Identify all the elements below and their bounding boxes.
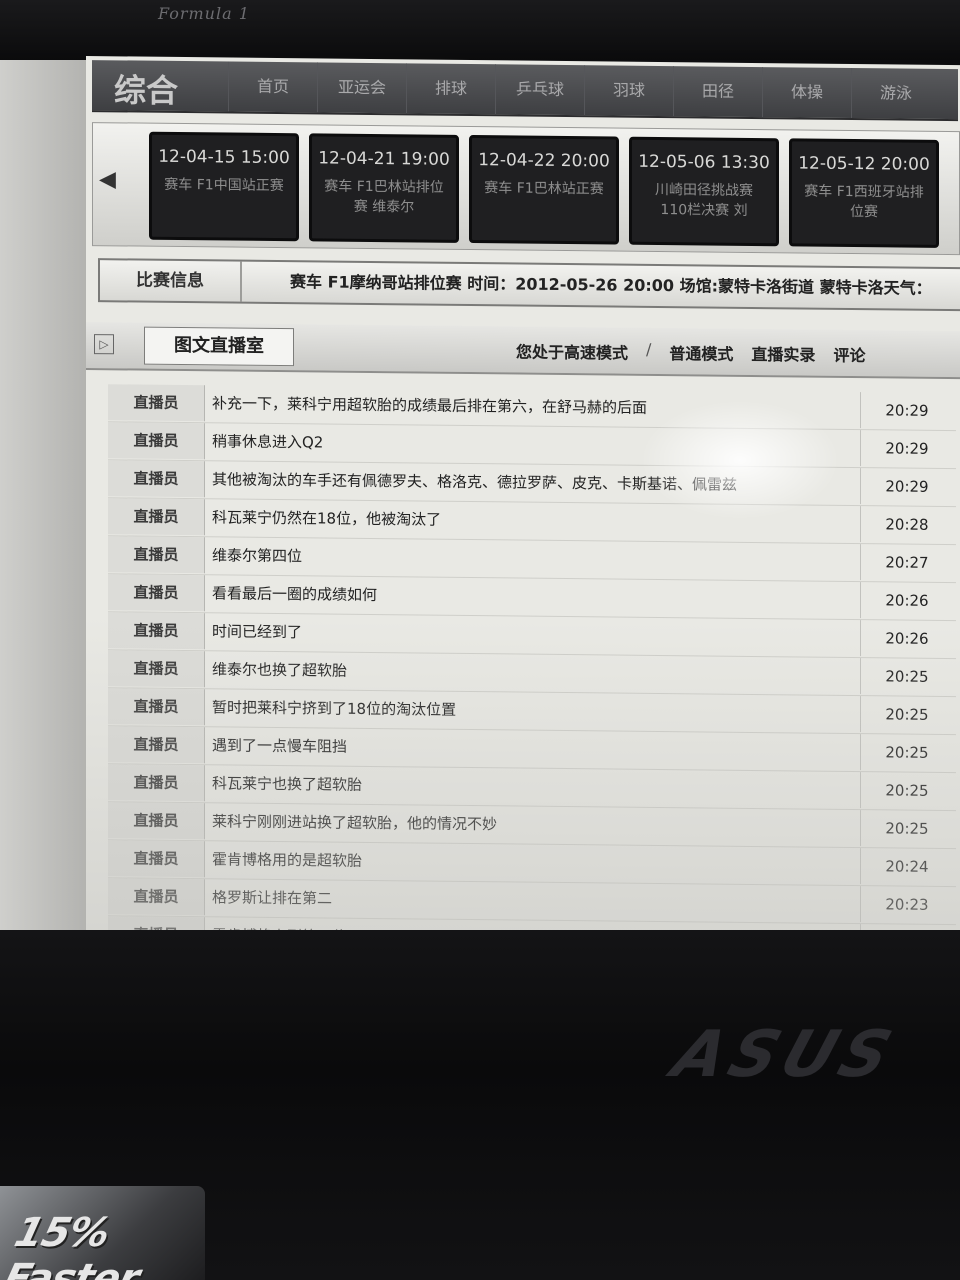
card-time: 12-04-15 15:00 <box>158 146 290 169</box>
feed-role: 直播员 <box>108 384 205 422</box>
card-time: 12-05-06 13:30 <box>638 151 770 174</box>
feed-time: 20:29 <box>860 468 953 506</box>
laptop-screen: 综合 首页 亚运会 排球 乒乓球 羽球 田径 体操 游泳 ◀ 12-04-15 … <box>86 56 960 988</box>
feed-message: 稍事休息进入Q2 <box>212 432 324 452</box>
nav-item-volleyball[interactable]: 排球 <box>406 63 495 115</box>
card-title: 赛车 F1西班牙站排位赛 <box>804 183 924 221</box>
feed-time: 20:25 <box>860 696 953 734</box>
live-room-bar: ▷ 图文直播室 您处于高速模式 / 普通模式 直播实录 评论 <box>86 322 960 380</box>
feed-message: 格罗斯让排在第二 <box>212 888 333 908</box>
screen-edge-glow <box>0 60 86 930</box>
feed-message: 科瓦莱宁仍然在18位，他被淘汰了 <box>212 508 442 529</box>
feed-role: 直播员 <box>108 840 205 878</box>
match-info-label: 比赛信息 <box>100 260 242 302</box>
feed-time: 20:25 <box>860 810 953 848</box>
feed-message: 暂时把莱科宁挤到了18位的淘汰位置 <box>212 698 457 719</box>
schedule-card[interactable]: 12-04-22 20:00 赛车 F1巴林站正赛 <box>469 135 619 245</box>
card-time: 12-05-12 20:00 <box>798 153 930 175</box>
feed-role: 直播员 <box>108 650 205 688</box>
feed-time: 20:26 <box>860 620 953 658</box>
match-info-text: 赛车 F1摩纳哥站排位赛 时间：2012-05-26 20:00 场馆:蒙特卡洛… <box>290 272 932 298</box>
card-title: 赛车 F1巴林站排位赛 维泰尔 <box>324 178 444 216</box>
mode-separator: / <box>646 339 652 359</box>
nav-item-gymnastics[interactable]: 体操 <box>762 67 851 119</box>
nav-item-athletics[interactable]: 田径 <box>673 66 762 118</box>
feed-message: 维泰尔也换了超软胎 <box>212 660 348 680</box>
feed-time: 20:26 <box>860 582 953 620</box>
match-info-bar: 比赛信息 赛车 F1摩纳哥站排位赛 时间：2012-05-26 20:00 场馆… <box>98 258 960 312</box>
feed-time: 20:23 <box>860 886 953 924</box>
feed-time: 20:29 <box>860 430 953 468</box>
mode-current-label: 您处于高速模式 <box>516 342 629 363</box>
formula1-brand: Formula 1 <box>158 4 250 23</box>
feed-time: 20:25 <box>860 658 953 696</box>
nav-item-asian-games[interactable]: 亚运会 <box>317 62 406 114</box>
sticker-text: 15% Faster <box>0 1210 144 1280</box>
feed-message: 看看最后一圈的成绩如何 <box>212 584 378 605</box>
card-time: 12-04-22 20:00 <box>478 150 610 172</box>
card-title: 川崎田径挑战赛 110栏决赛 刘 <box>655 181 753 219</box>
feed-time: 20:24 <box>860 848 953 886</box>
live-record-link[interactable]: 直播实录 <box>751 341 815 366</box>
nav-items: 首页 亚运会 排球 乒乓球 羽球 田径 体操 游泳 <box>228 61 940 119</box>
feed-time: 20:27 <box>860 544 953 582</box>
feed-role: 直播员 <box>108 422 205 460</box>
laptop-bezel-top: Formula 1 <box>0 0 960 60</box>
nav-item-home[interactable]: 首页 <box>228 61 317 113</box>
nav-item-table-tennis[interactable]: 乒乓球 <box>495 64 584 116</box>
feed-role: 直播员 <box>108 498 205 536</box>
schedule-cards: 12-04-15 15:00 赛车 F1中国站正赛 12-04-21 19:00… <box>149 131 939 248</box>
asus-logo: ASUS <box>663 1018 906 1092</box>
feed-message: 莱科宁刚刚进站换了超软胎，他的情况不妙 <box>212 812 498 834</box>
feed-time: 20:25 <box>860 772 953 810</box>
mode-links: 您处于高速模式 / 普通模式 直播实录 评论 <box>516 339 865 367</box>
card-time: 12-04-21 19:00 <box>318 148 450 170</box>
feed-role: 直播员 <box>108 536 205 574</box>
card-title: 赛车 F1巴林站正赛 <box>484 180 604 198</box>
feed-role: 直播员 <box>108 612 205 650</box>
performance-sticker: 15% Faster <box>0 1186 205 1280</box>
triangle-left-icon[interactable]: ◀ <box>99 167 116 192</box>
feed-role: 直播员 <box>108 878 205 916</box>
collapse-toggle-icon[interactable]: ▷ <box>94 334 114 355</box>
tab-live-room[interactable]: 图文直播室 <box>144 326 294 367</box>
schedule-card[interactable]: 12-05-12 20:00 赛车 F1西班牙站排位赛 <box>789 138 939 248</box>
feed-message: 补充一下，莱科宁用超软胎的成绩最后排在第六，在舒马赫的后面 <box>212 394 648 417</box>
feed-message: 霍肯博格用的是超软胎 <box>212 850 363 870</box>
feed-time: 20:28 <box>860 506 953 544</box>
comment-link[interactable]: 评论 <box>833 342 865 366</box>
feed-role: 直播员 <box>108 764 205 802</box>
schedule-card[interactable]: 12-04-21 19:00 赛车 F1巴林站排位赛 维泰尔 <box>309 133 459 243</box>
normal-mode-link[interactable]: 普通模式 <box>669 340 733 365</box>
feed-message: 其他被淘汰的车手还有佩德罗夫、格洛克、德拉罗萨、皮克、卡斯基诺、佩雷兹 <box>212 470 738 494</box>
schedule-strip: ◀ 12-04-15 15:00 赛车 F1中国站正赛 12-04-21 19:… <box>92 122 960 256</box>
schedule-card[interactable]: 12-05-06 13:30 川崎田径挑战赛 110栏决赛 刘 <box>629 136 779 247</box>
feed-message: 科瓦莱宁也换了超软胎 <box>212 774 363 794</box>
feed-role: 直播员 <box>108 688 205 726</box>
feed-message: 维泰尔第四位 <box>212 546 303 566</box>
feed-time: 20:25 <box>860 734 953 772</box>
feed-role: 直播员 <box>108 574 205 612</box>
site-brand[interactable]: 综合 <box>114 65 178 112</box>
card-title: 赛车 F1中国站正赛 <box>164 176 284 195</box>
feed-time: 20:29 <box>860 392 953 430</box>
feed-role: 直播员 <box>108 460 205 498</box>
nav-item-swimming[interactable]: 游泳 <box>851 68 940 119</box>
feed-message: 遇到了一点慢车阻挡 <box>212 736 348 756</box>
feed-message: 时间已经到了 <box>212 622 303 642</box>
nav-item-badminton[interactable]: 羽球 <box>584 65 673 117</box>
feed-role: 直播员 <box>108 802 205 840</box>
schedule-card[interactable]: 12-04-15 15:00 赛车 F1中国站正赛 <box>149 131 299 242</box>
feed-role: 直播员 <box>108 726 205 764</box>
live-feed: 直播员 补充一下，莱科宁用超软胎的成绩最后排在第六，在舒马赫的后面 20:29 直播员… <box>108 384 956 988</box>
top-nav: 综合 首页 亚运会 排球 乒乓球 羽球 田径 体操 游泳 <box>92 60 958 122</box>
